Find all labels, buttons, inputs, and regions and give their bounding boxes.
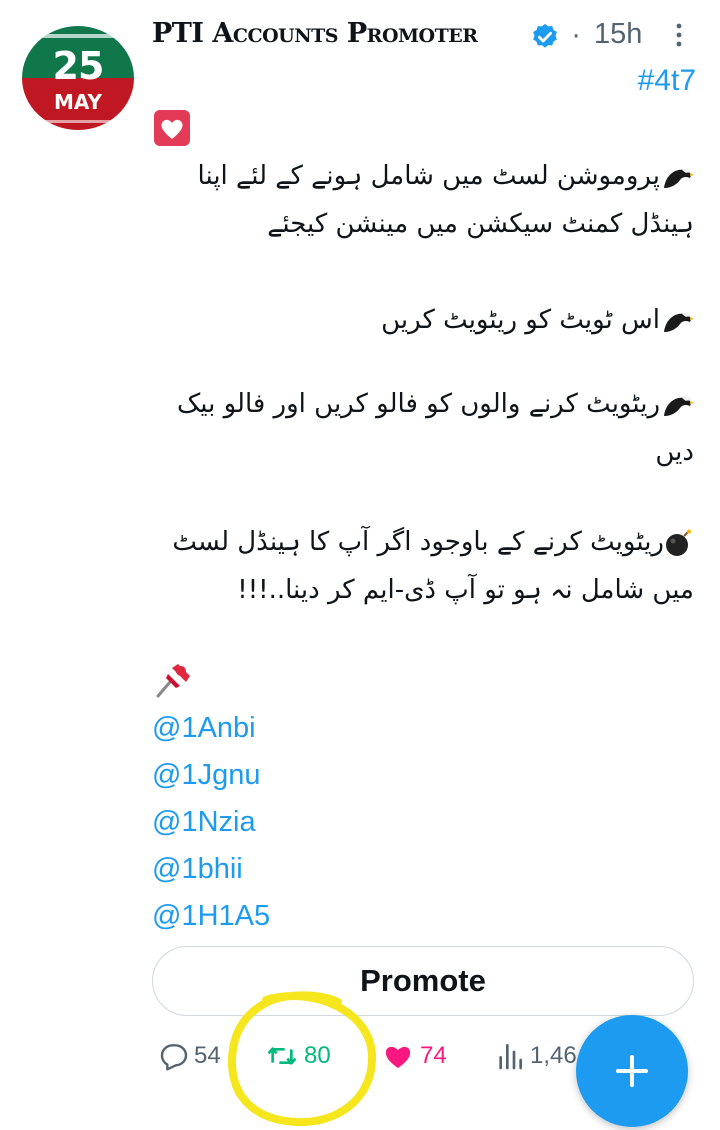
avatar-decor-top [42,34,114,38]
verified-badge-icon [533,23,557,48]
mention-link[interactable]: @1Anbi [152,705,270,752]
avatar-number: 25 [52,44,105,88]
separator-dot: · [572,22,581,52]
mentions-list: @1Anbi @1Jgnu @1Nzia @1bhii @1H1A5 [152,705,270,940]
heart-emoji-icon [154,110,190,146]
avatar-decor-bottom [44,120,112,123]
like-count: 74 [420,1042,447,1069]
bomb-emoji-icon [666,529,691,556]
eagle-emoji-icon [664,396,694,416]
avatar-month: MAY [54,90,102,114]
pushpin-emoji-icon [156,664,190,698]
mention-link[interactable]: @1bhii [152,846,270,893]
reply-count: 54 [194,1042,221,1069]
like-button[interactable]: 74 [382,1040,447,1072]
display-name[interactable]: PTI Accounts Promoter [152,18,478,49]
eagle-emoji-icon [664,312,694,332]
tweet-time[interactable]: 15h [594,18,642,51]
mention-link[interactable]: @1H1A5 [152,893,270,940]
tweet-line-3: ریٹویٹ کرنے والوں کو فالو کریں اور فالو … [152,380,694,476]
reply-icon [160,1044,188,1071]
highlight-circle-annotation [227,991,377,1127]
views-button[interactable]: 1,46 [494,1040,577,1072]
reply-button[interactable]: 54 [158,1040,221,1072]
tweet-line-2-text: اس ٹویٹ کو ریٹویٹ کریں [381,305,660,335]
tweet-line-3-text: ریٹویٹ کرنے والوں کو فالو کریں اور فالو … [176,389,694,467]
hashtag-link[interactable]: #4t7 [638,64,696,98]
views-count: 1,46 [530,1042,577,1069]
tweet-line-2: اس ٹویٹ کو ریٹویٹ کریں [152,296,694,344]
avatar[interactable]: 25 MAY [22,26,134,130]
plus-icon [630,1055,634,1087]
more-options-icon[interactable] [670,20,688,50]
analytics-icon [499,1044,522,1070]
tweet-line-4-text: ریٹویٹ کرنے کے باوجود اگر آپ کا ہینڈل لس… [172,527,694,605]
tweet-line-1-text: پروموشن لسٹ میں شامل ہونے کے لئے اپنا ہی… [197,161,694,239]
eagle-emoji-icon [664,168,694,188]
mention-link[interactable]: @1Nzia [152,799,270,846]
tweet-line-1: پروموشن لسٹ میں شامل ہونے کے لئے اپنا ہی… [152,152,694,248]
heart-icon [385,1046,411,1068]
tweet-line-4: ریٹویٹ کرنے کے باوجود اگر آپ کا ہینڈل لس… [152,518,694,614]
compose-fab-button[interactable] [576,1015,688,1127]
mention-link[interactable]: @1Jgnu [152,752,270,799]
